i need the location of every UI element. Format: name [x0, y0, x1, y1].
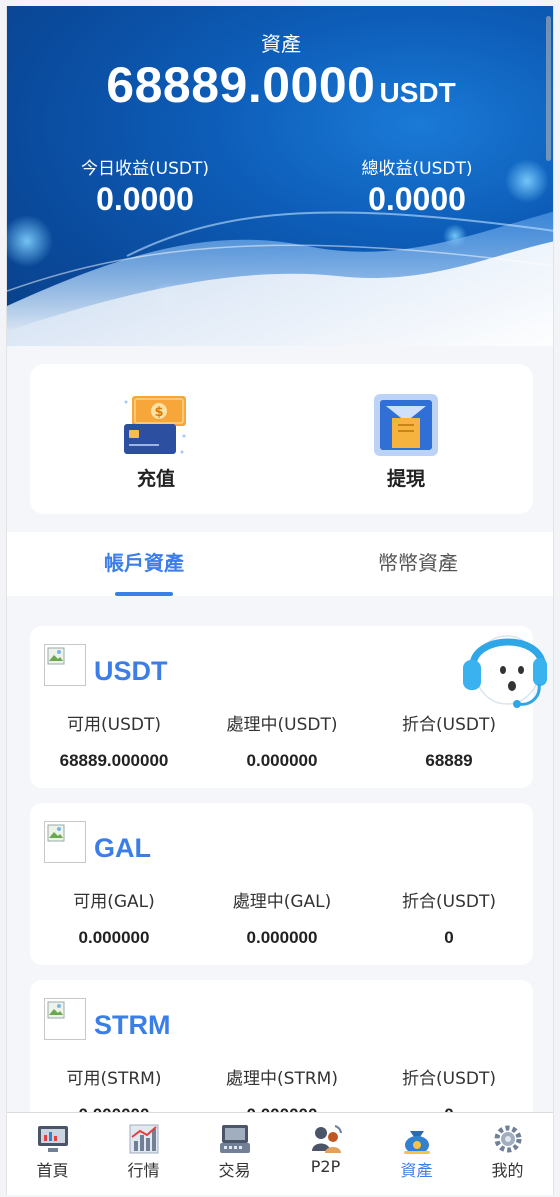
market-icon [127, 1123, 161, 1155]
asset-header: 資產 68889.0000 USDT 今日收益(USDT) 0.0000 總收益(… [7, 6, 553, 346]
support-mascot-icon [463, 635, 547, 708]
converted-column: 折合(USDT) 68889 [365, 710, 533, 771]
tab-coin-assets[interactable]: 幣幣資產 [281, 532, 553, 596]
today-income-label: 今日收益(USDT) [81, 159, 209, 179]
withdraw-icon [372, 392, 440, 458]
processing-label: 處理中(STRM) [226, 1069, 338, 1089]
nav-home[interactable]: 首頁 [7, 1113, 98, 1183]
deposit-withdraw-card: $ 充值 提現 [30, 364, 533, 514]
processing-label: 處理中(GAL) [232, 892, 332, 912]
converted-value: 0 [444, 928, 454, 947]
coin-logo-broken-image-icon [44, 821, 86, 863]
nav-assets[interactable]: 資產 [371, 1113, 462, 1183]
withdraw-label: 提現 [386, 468, 425, 490]
available-label: 可用(USDT) [67, 715, 161, 735]
asset-card-usdt[interactable]: USDT 可用(USDT) 68889.000000 處理中(USDT) 0.0… [30, 626, 533, 788]
nav-p2p-label: P2P [310, 1157, 341, 1176]
total-asset-unit: USDT [379, 77, 456, 108]
nav-home-label: 首頁 [36, 1161, 69, 1180]
today-income-value: 0.0000 [96, 181, 194, 217]
total-asset-value: 68889.0000 [106, 57, 376, 113]
bottom-navigation: 首頁 行情 交易 P2P 資產 我的 [7, 1112, 553, 1195]
total-asset-amount: 68889.0000 USDT [7, 56, 553, 114]
page-title: 資產 [261, 32, 301, 56]
coin-logo-broken-image-icon [44, 998, 86, 1040]
nav-market-label: 行情 [127, 1161, 160, 1180]
converted-label: 折合(USDT) [402, 715, 496, 735]
converted-label: 折合(USDT) [402, 892, 496, 912]
available-column: 可用(USDT) 68889.000000 [30, 710, 198, 771]
processing-column: 處理中(GAL) 0.000000 [198, 887, 366, 948]
nav-profile[interactable]: 我的 [462, 1113, 553, 1183]
active-tab-indicator [115, 592, 173, 596]
trade-icon [218, 1123, 252, 1155]
scrollbar[interactable] [546, 16, 551, 161]
withdraw-button[interactable]: 提現 [336, 392, 476, 491]
nav-trade-label: 交易 [218, 1161, 251, 1180]
processing-value: 0.000000 [246, 751, 318, 770]
home-icon [36, 1123, 70, 1155]
tab-account-assets[interactable]: 帳戶資產 [7, 532, 281, 596]
nav-trade[interactable]: 交易 [189, 1113, 280, 1183]
customer-support-button[interactable] [459, 618, 549, 710]
nav-market[interactable]: 行情 [98, 1113, 189, 1183]
nav-p2p[interactable]: P2P [280, 1113, 371, 1183]
total-income-label: 總收益(USDT) [361, 159, 473, 179]
available-value: 68889.000000 [59, 751, 169, 770]
p2p-icon [309, 1123, 343, 1155]
total-income: 總收益(USDT) 0.0000 [317, 154, 517, 218]
profile-icon [491, 1123, 525, 1155]
deposit-label: 充值 [136, 468, 175, 490]
nav-assets-label: 資產 [400, 1161, 433, 1180]
app-frame: 資產 68889.0000 USDT 今日收益(USDT) 0.0000 總收益(… [6, 6, 554, 1195]
asset-card-gal[interactable]: GAL 可用(GAL) 0.000000 處理中(GAL) 0.000000 折… [30, 803, 533, 965]
today-income: 今日收益(USDT) 0.0000 [45, 154, 245, 218]
available-value: 0.000000 [78, 928, 150, 947]
total-income-value: 0.0000 [368, 181, 466, 217]
deposit-icon: $ [122, 392, 190, 458]
available-column: 可用(GAL) 0.000000 [30, 887, 198, 948]
svg-text:$: $ [154, 405, 163, 420]
processing-label: 處理中(USDT) [226, 715, 338, 735]
converted-label: 折合(USDT) [402, 1069, 496, 1089]
asset-name: STRM [94, 1010, 171, 1040]
coin-logo-broken-image-icon [44, 644, 86, 686]
deposit-button[interactable]: $ 充值 [86, 392, 226, 491]
assets-icon [400, 1123, 434, 1155]
nav-profile-label: 我的 [491, 1161, 524, 1180]
processing-column: 處理中(USDT) 0.000000 [198, 710, 366, 771]
available-label: 可用(GAL) [73, 892, 155, 912]
processing-value: 0.000000 [246, 928, 318, 947]
available-label: 可用(STRM) [66, 1069, 162, 1089]
asset-tabs: 帳戶資產 幣幣資產 [7, 532, 553, 596]
asset-name: GAL [94, 833, 151, 863]
asset-name: USDT [94, 656, 168, 686]
converted-column: 折合(USDT) 0 [365, 887, 533, 948]
converted-value: 68889 [425, 751, 473, 770]
